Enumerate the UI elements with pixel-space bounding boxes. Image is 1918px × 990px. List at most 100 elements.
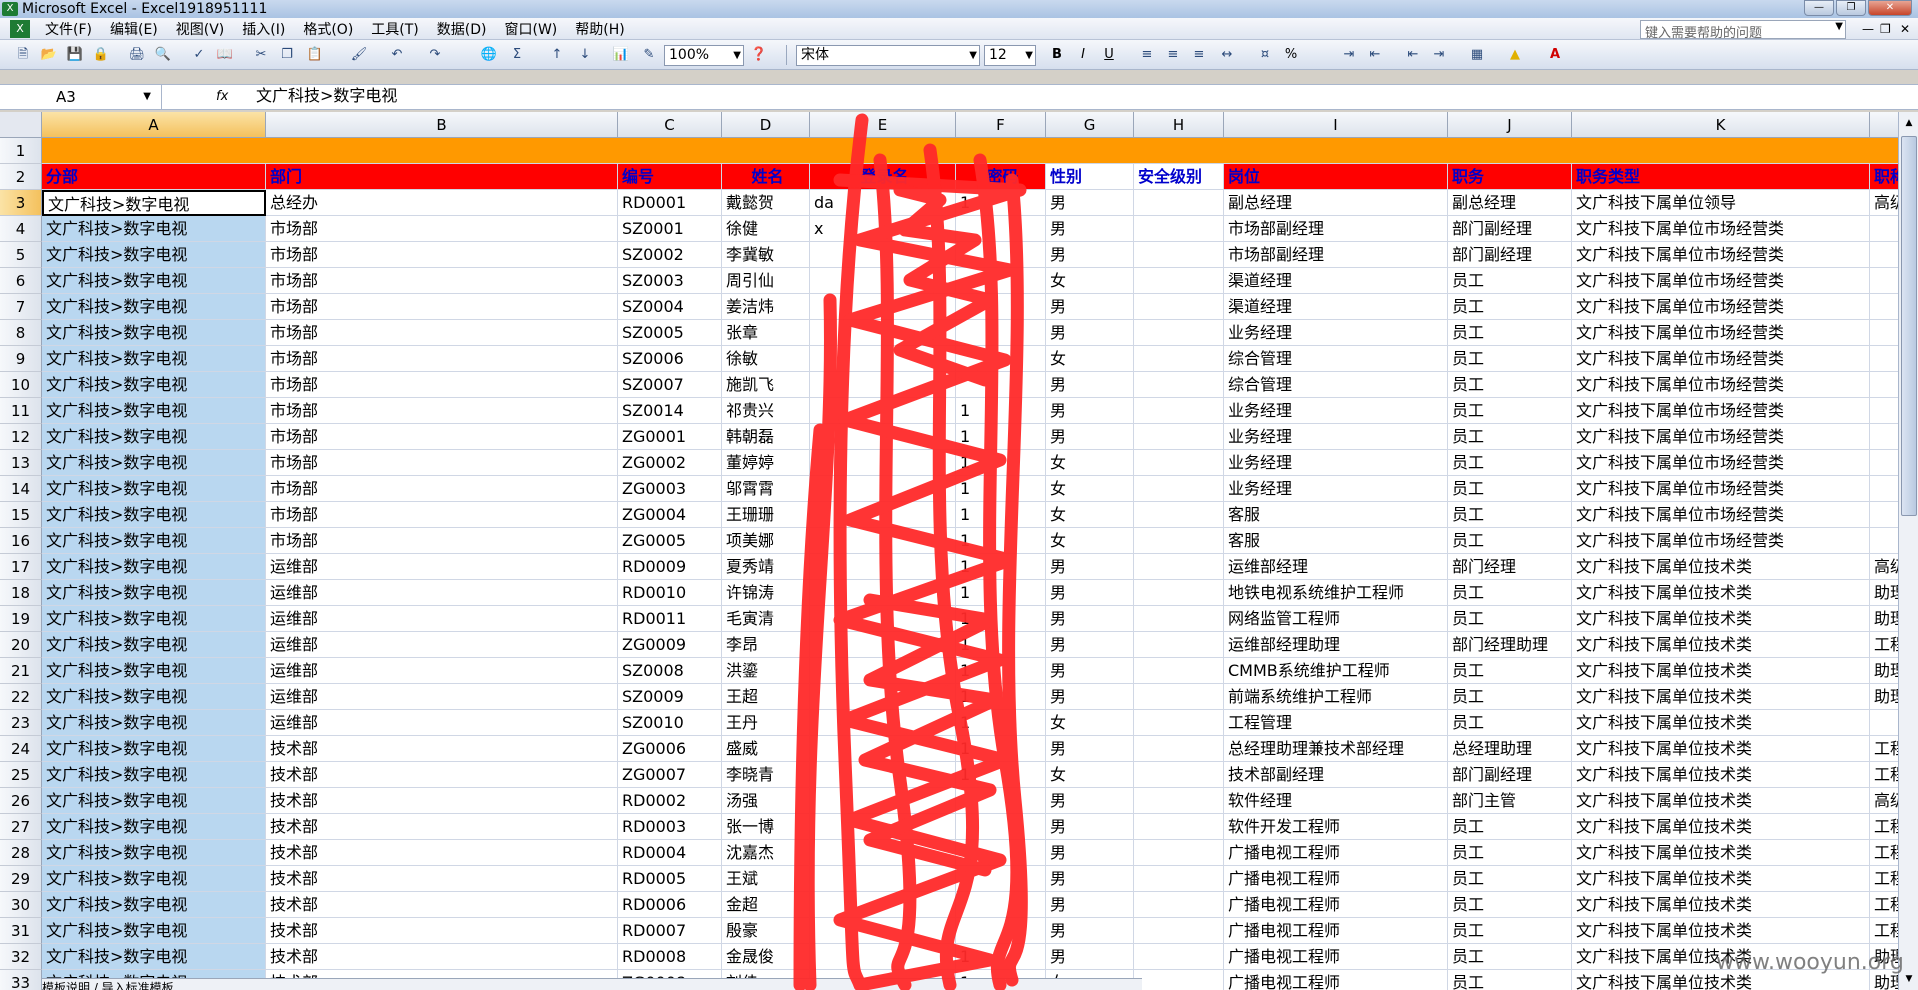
table-cell-l[interactable]: 工程 xyxy=(1870,840,1898,866)
table-cell-f[interactable] xyxy=(956,216,1046,242)
table-cell-i[interactable]: 广播电视工程师 xyxy=(1224,892,1448,918)
table-cell-e[interactable] xyxy=(810,346,956,372)
table-cell-h[interactable] xyxy=(1134,866,1224,892)
column-header-i[interactable]: I xyxy=(1224,112,1448,138)
table-cell-e[interactable] xyxy=(810,580,956,606)
table-cell-d[interactable]: 王珊珊 xyxy=(722,502,810,528)
table-cell-f[interactable] xyxy=(956,372,1046,398)
table-cell-i[interactable]: 综合管理 xyxy=(1224,372,1448,398)
table-cell-k[interactable]: 文广科技下属单位市场经营类 xyxy=(1572,294,1870,320)
table-cell-l[interactable] xyxy=(1870,372,1898,398)
table-cell-h[interactable] xyxy=(1134,294,1224,320)
table-cell-e[interactable] xyxy=(810,892,956,918)
menu-insert[interactable]: 插入(I) xyxy=(233,19,294,39)
row-header[interactable]: 23 xyxy=(0,710,42,736)
row-header[interactable]: 16 xyxy=(0,528,42,554)
table-cell-k[interactable]: 文广科技下属单位技术类 xyxy=(1572,658,1870,684)
table-cell-l[interactable]: 助理 xyxy=(1870,684,1898,710)
table-cell-f[interactable]: 1 xyxy=(956,190,1046,216)
table-cell-k[interactable]: 文广科技下属单位技术类 xyxy=(1572,606,1870,632)
row-header[interactable]: 32 xyxy=(0,944,42,970)
table-cell-a[interactable]: 文广科技>数字电视 xyxy=(42,684,266,710)
table-cell-j[interactable]: 员工 xyxy=(1448,294,1572,320)
table-cell-g[interactable]: 男 xyxy=(1046,580,1134,606)
row-header[interactable]: 15 xyxy=(0,502,42,528)
table-cell-e[interactable] xyxy=(810,242,956,268)
table-cell-l[interactable] xyxy=(1870,346,1898,372)
table-cell-j[interactable]: 部门经理 xyxy=(1448,554,1572,580)
table-cell-a[interactable]: 文广科技>数字电视 xyxy=(42,242,266,268)
table-cell-j[interactable]: 员工 xyxy=(1448,372,1572,398)
help-icon[interactable]: ❓ xyxy=(750,46,768,64)
table-cell-g[interactable]: 女 xyxy=(1046,450,1134,476)
table-cell-e[interactable] xyxy=(810,710,956,736)
table-cell-i[interactable]: 广播电视工程师 xyxy=(1224,918,1448,944)
increase-indent-icon[interactable]: ⇥ xyxy=(1430,46,1448,64)
column-header-f[interactable]: F xyxy=(956,112,1046,138)
table-cell-f[interactable]: 1 xyxy=(956,632,1046,658)
table-cell-d[interactable]: 金超 xyxy=(722,892,810,918)
table-cell-a[interactable]: 文广科技>数字电视 xyxy=(42,294,266,320)
table-cell-b[interactable]: 运维部 xyxy=(266,580,618,606)
header-cell-d[interactable]: 姓名 xyxy=(722,164,810,190)
table-cell-b[interactable]: 运维部 xyxy=(266,710,618,736)
table-cell-c[interactable]: SZ0002 xyxy=(618,242,722,268)
table-cell-h[interactable] xyxy=(1134,528,1224,554)
table-cell-l[interactable]: 高级 xyxy=(1870,554,1898,580)
select-all-button[interactable] xyxy=(0,112,42,138)
table-cell-j[interactable]: 员工 xyxy=(1448,606,1572,632)
table-cell-e[interactable] xyxy=(810,502,956,528)
table-cell-l[interactable]: 工程 xyxy=(1870,762,1898,788)
cut-icon[interactable]: ✂ xyxy=(252,46,270,64)
table-cell-e[interactable] xyxy=(810,788,956,814)
table-cell-i[interactable]: 综合管理 xyxy=(1224,346,1448,372)
header-cell-l[interactable]: 职称 xyxy=(1870,164,1898,190)
table-cell-a[interactable]: 文广科技>数字电视 xyxy=(42,554,266,580)
column-header-d[interactable]: D xyxy=(722,112,810,138)
menu-file[interactable]: 文件(F) xyxy=(36,19,101,39)
table-cell-c[interactable]: RD0007 xyxy=(618,918,722,944)
table-cell-c[interactable]: ZG0009 xyxy=(618,632,722,658)
research-icon[interactable]: 📖 xyxy=(216,46,234,64)
workbook-restore-button[interactable]: ❐ xyxy=(1880,22,1891,36)
table-cell-h[interactable] xyxy=(1134,710,1224,736)
table-cell-d[interactable]: 邬霄霄 xyxy=(722,476,810,502)
table-cell-h[interactable] xyxy=(1134,632,1224,658)
table-cell-g[interactable]: 男 xyxy=(1046,814,1134,840)
italic-button[interactable]: I xyxy=(1074,46,1092,64)
table-cell-k[interactable]: 文广科技下属单位技术类 xyxy=(1572,684,1870,710)
menu-window[interactable]: 窗口(W) xyxy=(496,19,567,39)
table-cell-c[interactable]: ZG0001 xyxy=(618,424,722,450)
table-cell-c[interactable]: RD0008 xyxy=(618,944,722,970)
table-cell-j[interactable]: 员工 xyxy=(1448,528,1572,554)
table-cell-b[interactable]: 市场部 xyxy=(266,450,618,476)
table-cell-e[interactable] xyxy=(810,398,956,424)
table-cell-g[interactable]: 男 xyxy=(1046,736,1134,762)
table-cell-a[interactable]: 文广科技>数字电视 xyxy=(42,944,266,970)
table-cell-i[interactable]: 渠道经理 xyxy=(1224,294,1448,320)
zoom-select[interactable]: 100% ▼ xyxy=(664,45,744,66)
table-cell-k[interactable]: 文广科技下属单位技术类 xyxy=(1572,918,1870,944)
table-cell-f[interactable]: 1 xyxy=(956,710,1046,736)
table-cell-g[interactable]: 女 xyxy=(1046,762,1134,788)
align-center-icon[interactable]: ≡ xyxy=(1164,46,1182,64)
table-cell-c[interactable]: ZG0004 xyxy=(618,502,722,528)
row-header[interactable]: 21 xyxy=(0,658,42,684)
table-cell-f[interactable]: 1 xyxy=(956,736,1046,762)
row-header[interactable]: 10 xyxy=(0,372,42,398)
row-header[interactable]: 1 xyxy=(0,138,42,164)
row-header[interactable]: 22 xyxy=(0,684,42,710)
table-cell-a[interactable]: 文广科技>数字电视 xyxy=(42,580,266,606)
row-header[interactable]: 27 xyxy=(0,814,42,840)
paste-icon[interactable]: 📋 xyxy=(306,46,324,64)
table-cell-b[interactable]: 市场部 xyxy=(266,372,618,398)
table-cell-g[interactable]: 男 xyxy=(1046,866,1134,892)
table-cell-i[interactable]: 软件开发工程师 xyxy=(1224,814,1448,840)
table-cell-i[interactable]: 前端系统维护工程师 xyxy=(1224,684,1448,710)
table-cell-e[interactable] xyxy=(810,762,956,788)
table-cell-a[interactable]: 文广科技>数字电视 xyxy=(42,372,266,398)
table-cell-b[interactable]: 运维部 xyxy=(266,658,618,684)
column-header-j[interactable]: J xyxy=(1448,112,1572,138)
table-cell-d[interactable]: 徐敏 xyxy=(722,346,810,372)
header-cell-h[interactable]: 安全级别 xyxy=(1134,164,1224,190)
